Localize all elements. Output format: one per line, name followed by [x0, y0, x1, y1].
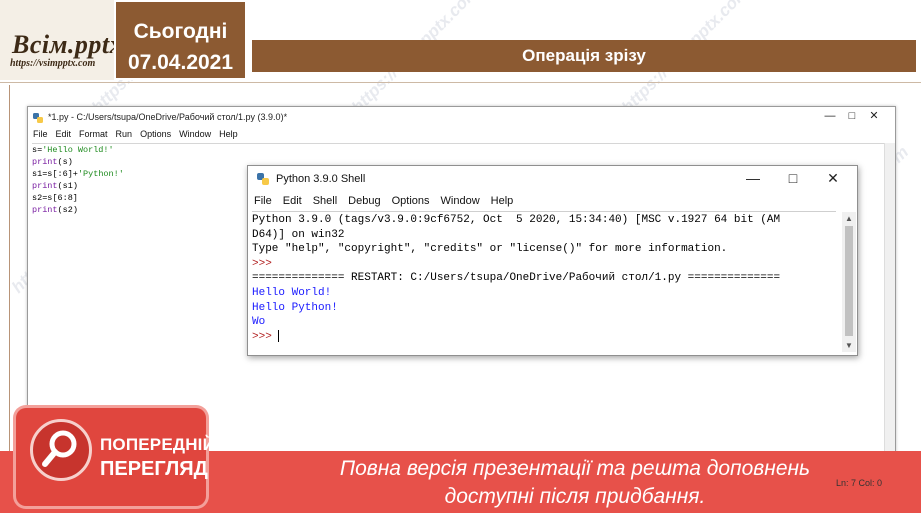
preview-badge[interactable]: ПОПЕРЕДНІЙ ПЕРЕГЛЯД — [16, 408, 215, 506]
menu-help[interactable]: Help — [491, 195, 514, 207]
menu-debug[interactable]: Debug — [348, 195, 380, 207]
minimize-icon[interactable]: — — [819, 110, 841, 122]
shell-titlebar[interactable]: Python 3.9.0 Shell — □ ✕ — [248, 166, 857, 192]
stdout-line: Wo — [252, 316, 266, 329]
shell-window: Python 3.9.0 Shell — □ ✕ File Edit Shell Debu… — [247, 165, 858, 356]
output-line: D64)] on win32 — [252, 228, 345, 241]
logo-text: Всім.pptx — [12, 30, 124, 59]
date-label: Сьогодні — [133, 20, 228, 43]
menu-edit[interactable]: Edit — [283, 195, 302, 207]
stdout-line: Hello World! — [252, 286, 332, 299]
maximize-icon[interactable]: □ — [773, 170, 813, 186]
stdout-line: Hello Python! — [252, 301, 338, 314]
vertical-scrollbar[interactable]: ▲ ▼ — [842, 212, 856, 352]
close-icon[interactable]: ✕ — [813, 170, 853, 187]
shell-title: Python 3.9.0 Shell — [276, 173, 366, 185]
scroll-down-icon[interactable]: ▼ — [845, 341, 853, 350]
banner-line: доступні після придбання. — [444, 485, 706, 508]
menu-file[interactable]: File — [33, 129, 48, 139]
badge-subtitle: ПЕРЕГЛЯД — [100, 458, 208, 480]
output-line: Python 3.9.0 (tags/v3.9.0:9cf6752, Oct 5… — [252, 214, 781, 226]
shell-output[interactable]: Python 3.9.0 (tags/v3.9.0:9cf6752, Oct 5… — [252, 211, 836, 351]
date-box: Сьогодні 07.04.2021 — [114, 0, 247, 80]
scroll-thumb[interactable] — [845, 226, 853, 336]
scrollbar[interactable] — [884, 143, 895, 483]
menu-window[interactable]: Window — [441, 195, 480, 207]
menu-options[interactable]: Options — [392, 195, 430, 207]
menu-file[interactable]: File — [254, 195, 272, 207]
logo: Всім.pptx https://vsimpptx.com — [0, 0, 123, 80]
logo-url: https://vsimpptx.com — [10, 58, 96, 69]
menu-options[interactable]: Options — [140, 129, 171, 139]
prompt-line[interactable]: >>> — [252, 329, 836, 345]
menu-format[interactable]: Format — [79, 129, 108, 139]
code-line: s='Hello World!' — [32, 145, 114, 155]
python-icon — [256, 172, 270, 186]
python-icon — [32, 111, 44, 123]
search-icon — [30, 419, 92, 481]
divider — [9, 85, 10, 505]
restart-line: ============== RESTART: C:/Users/tsupa/O… — [252, 272, 781, 285]
divider — [0, 82, 921, 83]
output-line: Type "help", "copyright", "credits" or "… — [252, 243, 728, 256]
maximize-icon[interactable]: □ — [841, 110, 863, 122]
scroll-up-icon[interactable]: ▲ — [845, 214, 853, 223]
banner-line: Повна версія презентації та решта доповн… — [339, 457, 811, 480]
prompt: >>> — [252, 330, 279, 343]
menu-window[interactable]: Window — [179, 129, 211, 139]
banner-text: Повна версія презентації та решта доповн… — [230, 455, 920, 511]
menu-help[interactable]: Help — [219, 129, 238, 139]
menu-run[interactable]: Run — [116, 129, 133, 139]
editor-title: *1.py - C:/Users/tsupa/OneDrive/Рабочий … — [48, 112, 288, 122]
badge-title: ПОПЕРЕДНІЙ — [100, 435, 216, 454]
menu-shell[interactable]: Shell — [313, 195, 337, 207]
editor-status: Ln: 7 Col: 0 — [836, 478, 883, 488]
shell-menu: File Edit Shell Debug Options Window Help — [254, 195, 524, 207]
menu-edit[interactable]: Edit — [56, 129, 72, 139]
minimize-icon[interactable]: — — [733, 170, 773, 186]
date-value: 07.04.2021 — [127, 51, 234, 74]
prompt: >>> — [252, 257, 279, 270]
text-cursor — [278, 329, 280, 342]
close-icon[interactable]: ✕ — [863, 109, 885, 122]
slide-title: Операція зрізу — [252, 40, 916, 72]
editor-menu: File Edit Format Run Options Window Help — [33, 129, 246, 139]
